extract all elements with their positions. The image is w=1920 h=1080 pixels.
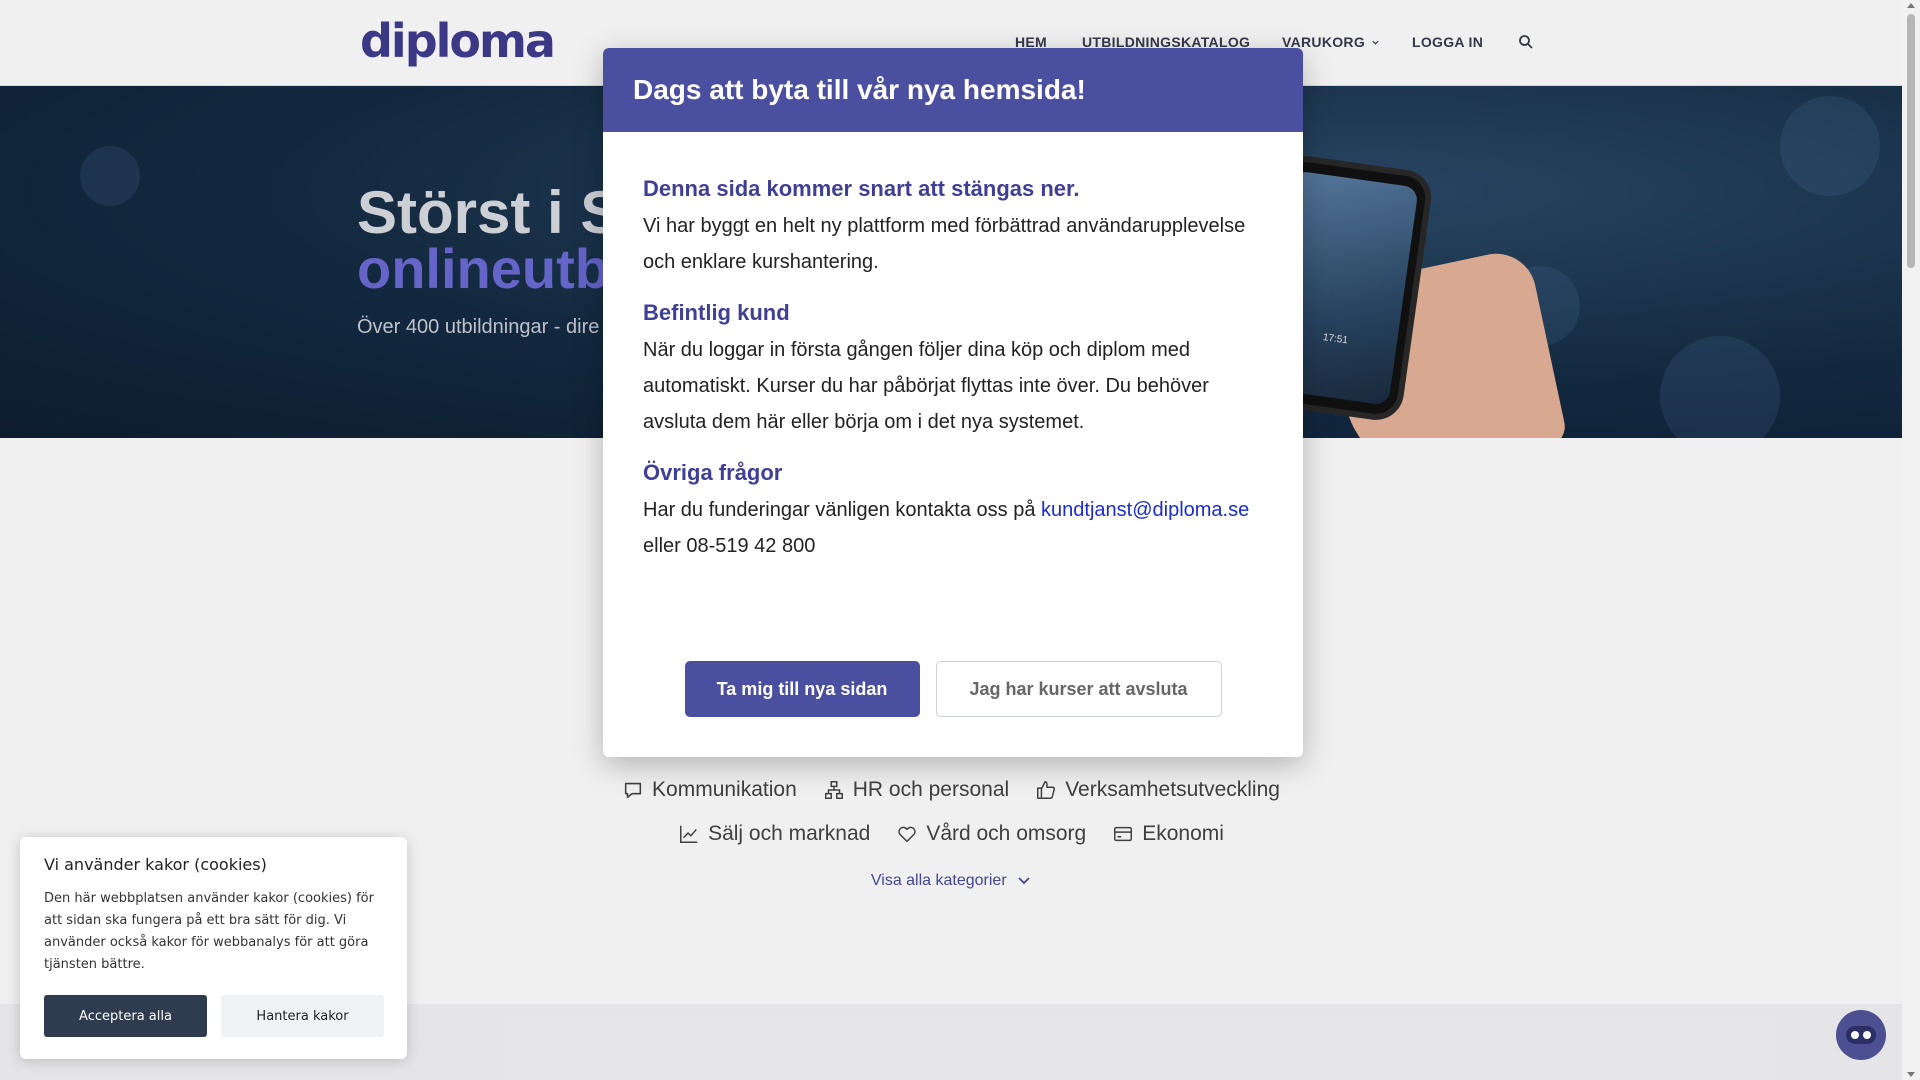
cookie-banner: Vi använder kakor (cookies) Den här webb… (20, 837, 407, 1059)
scrollbar-thumb[interactable] (1907, 14, 1915, 268)
contact-text: Har du funderingar vänligen kontakta oss… (643, 499, 1042, 521)
modal-body: Denna sida kommer snart att stängas ner.… (603, 132, 1303, 564)
section-heading-existing-customer: Befintlig kund (643, 300, 790, 325)
phone-text: eller 08-519 42 800 (643, 535, 816, 557)
cookie-title: Vi använder kakor (cookies) (44, 855, 267, 874)
cookie-text: Den här webbplatsen använder kakor (cook… (44, 891, 374, 972)
section-text-closing: Vi har byggt en helt ny plattform med fö… (643, 215, 1246, 273)
section-text-existing-customer: När du loggar in första gången följer di… (643, 339, 1209, 433)
section-heading-closing: Denna sida kommer snart att stängas ner. (643, 176, 1080, 201)
section-text-other-questions: Har du funderingar vänligen kontakta oss… (643, 492, 1263, 564)
scroll-up-arrow-icon[interactable] (1907, 3, 1915, 8)
cookie-buttons: Acceptera alla Hantera kakor (44, 995, 384, 1037)
email-link[interactable]: kundtjanst@diploma.se (1041, 499, 1249, 521)
modal-header: Dags att byta till vår nya hemsida! (603, 48, 1303, 132)
migration-modal: Dags att byta till vår nya hemsida! Denn… (603, 48, 1303, 757)
chatbot-icon (1846, 1026, 1876, 1044)
finish-courses-button[interactable]: Jag har kurser att avsluta (935, 661, 1222, 717)
chat-widget-button[interactable] (1836, 1010, 1886, 1060)
go-to-new-site-button[interactable]: Ta mig till nya sidan (684, 661, 920, 717)
section-heading-other-questions: Övriga frågor (643, 460, 783, 485)
scroll-down-arrow-icon[interactable] (1907, 1072, 1915, 1077)
vertical-scrollbar[interactable] (1902, 0, 1920, 1080)
modal-title: Dags att byta till vår nya hemsida! (633, 74, 1086, 105)
manage-cookies-button[interactable]: Hantera kakor (221, 995, 384, 1037)
modal-buttons: Ta mig till nya sidan Jag har kurser att… (603, 661, 1303, 717)
accept-all-cookies-button[interactable]: Acceptera alla (44, 995, 207, 1037)
